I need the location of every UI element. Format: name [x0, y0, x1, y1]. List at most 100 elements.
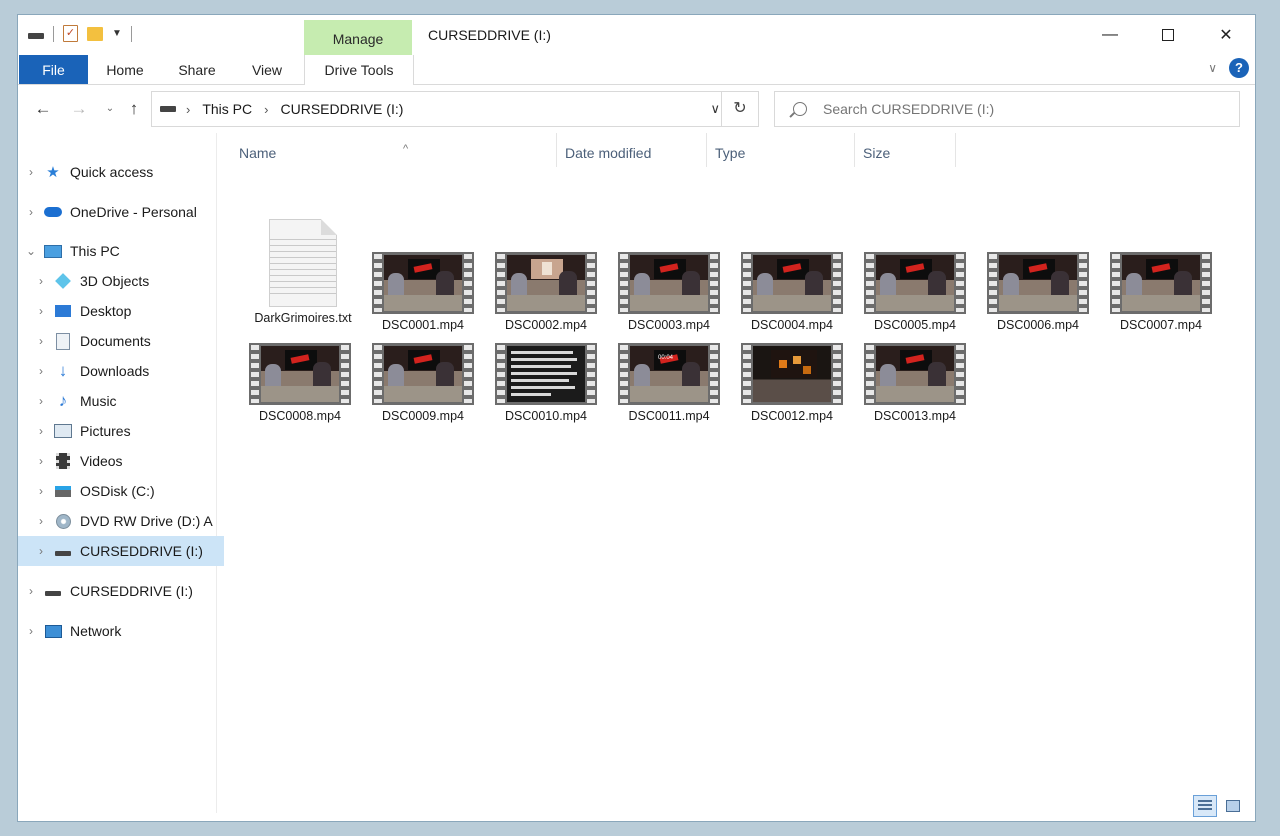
file-tile[interactable]: DSC0002.mp4: [489, 252, 603, 332]
tab-share[interactable]: Share: [172, 55, 222, 84]
breadcrumb-separator-icon[interactable]: ›: [264, 102, 268, 117]
computer-icon: [44, 243, 62, 259]
search-input[interactable]: [821, 100, 1225, 118]
sort-ascending-caret-icon: ^: [403, 143, 409, 155]
sidebar-item-music[interactable]: › ♪ Music: [18, 386, 224, 416]
sidebar-item-curseddrive-selected[interactable]: › CURSEDDRIVE (I:): [18, 536, 224, 566]
video-thumbnail: [741, 343, 843, 405]
forward-arrow-icon[interactable]: →: [68, 96, 90, 122]
back-arrow-icon[interactable]: ←: [32, 96, 54, 122]
expand-chevron-icon[interactable]: ›: [28, 454, 54, 468]
column-header-date-modified[interactable]: Date modified: [556, 133, 706, 167]
up-arrow-icon[interactable]: ↑: [123, 96, 145, 122]
expand-ribbon-chevron-icon[interactable]: ∨: [1208, 61, 1217, 75]
expand-chevron-icon[interactable]: ›: [28, 424, 54, 438]
sidebar-item-network[interactable]: › Network: [18, 616, 214, 646]
video-thumbnail: 00:04: [618, 343, 720, 405]
expand-chevron-icon[interactable]: ›: [28, 334, 54, 348]
sidebar-item-osdisk[interactable]: › OSDisk (C:): [18, 476, 224, 506]
expand-chevron-icon[interactable]: ›: [28, 364, 54, 378]
breadcrumb-separator-icon[interactable]: ›: [186, 102, 190, 117]
breadcrumb-this-pc[interactable]: This PC: [202, 101, 252, 117]
download-arrow-icon: ↓: [58, 361, 68, 380]
video-thumbnail: [741, 252, 843, 314]
refresh-icon[interactable]: ↻: [721, 92, 758, 126]
sidebar-item-label: OSDisk (C:): [80, 483, 155, 499]
film-icon: [54, 453, 72, 469]
file-tile[interactable]: DSC0012.mp4: [735, 343, 849, 423]
expand-chevron-icon[interactable]: ›: [18, 205, 44, 219]
maximize-button[interactable]: [1139, 15, 1197, 55]
sidebar-item-desktop[interactable]: › Desktop: [18, 296, 224, 326]
recent-locations-chevron-icon[interactable]: ⌄: [99, 96, 121, 122]
expand-chevron-icon[interactable]: ›: [28, 394, 54, 408]
sidebar-item-quick-access[interactable]: › ★ Quick access: [18, 157, 214, 187]
file-tile[interactable]: DSC0005.mp4: [858, 252, 972, 332]
file-tile[interactable]: DarkGrimoires.txt: [246, 219, 360, 325]
sidebar-item-3d-objects[interactable]: › 3D Objects: [18, 266, 224, 296]
help-button[interactable]: ?: [1229, 58, 1249, 78]
expand-chevron-icon[interactable]: ›: [18, 624, 44, 638]
minimize-button[interactable]: —: [1081, 15, 1139, 55]
tab-drive-tools[interactable]: Drive Tools: [304, 55, 414, 85]
file-tile[interactable]: 00:04 DSC0011.mp4: [612, 343, 726, 423]
file-name: DSC0003.mp4: [628, 318, 710, 332]
new-folder-icon[interactable]: [87, 26, 103, 41]
expand-chevron-icon[interactable]: ›: [28, 484, 54, 498]
sidebar-item-label: CURSEDDRIVE (I:): [80, 543, 203, 559]
file-tile[interactable]: DSC0006.mp4: [981, 252, 1095, 332]
music-note-icon: ♪: [58, 391, 68, 410]
sidebar-item-dvd-drive[interactable]: › DVD RW Drive (D:) A: [18, 506, 224, 536]
expand-chevron-icon[interactable]: ›: [28, 274, 54, 288]
search-box[interactable]: [774, 91, 1240, 127]
large-icons-view-button[interactable]: [1221, 795, 1245, 817]
file-tile[interactable]: DSC0009.mp4: [366, 343, 480, 423]
address-dropdown-chevron-icon[interactable]: ∨: [710, 92, 720, 126]
breadcrumb-curseddrive[interactable]: CURSEDDRIVE (I:): [280, 101, 403, 117]
collapse-chevron-icon[interactable]: ⌄: [18, 244, 44, 258]
file-tile[interactable]: DSC0013.mp4: [858, 343, 972, 423]
file-name: DSC0011.mp4: [628, 409, 710, 423]
expand-chevron-icon[interactable]: ›: [28, 304, 54, 318]
column-header-label: Name: [239, 145, 277, 161]
properties-icon[interactable]: ✓: [63, 25, 78, 42]
window-controls: — ✕: [1081, 15, 1255, 55]
sidebar-item-pictures[interactable]: › Pictures: [18, 416, 224, 446]
file-tile[interactable]: DSC0001.mp4: [366, 252, 480, 332]
file-tile[interactable]: DSC0004.mp4: [735, 252, 849, 332]
column-header-type[interactable]: Type: [706, 133, 854, 167]
maximize-icon: [1162, 29, 1174, 41]
column-header-name[interactable]: Name ^: [231, 133, 555, 167]
tab-home[interactable]: Home: [100, 55, 150, 84]
file-tile[interactable]: DSC0003.mp4: [612, 252, 726, 332]
expand-chevron-icon[interactable]: ›: [18, 584, 44, 598]
sidebar-item-curseddrive[interactable]: › CURSEDDRIVE (I:): [18, 576, 214, 606]
expand-chevron-icon[interactable]: ›: [28, 514, 54, 528]
file-tile[interactable]: DSC0007.mp4: [1104, 252, 1218, 332]
expand-chevron-icon[interactable]: ›: [28, 544, 54, 558]
video-thumbnail: [1110, 252, 1212, 314]
details-view-button[interactable]: [1193, 795, 1217, 817]
address-bar[interactable]: › This PC › CURSEDDRIVE (I:) ∨ ↻: [151, 91, 759, 127]
video-thumbnail: [372, 252, 474, 314]
sidebar-item-label: Videos: [80, 453, 123, 469]
video-thumbnail: [495, 252, 597, 314]
close-button[interactable]: ✕: [1197, 15, 1255, 55]
file-tile[interactable]: DSC0008.mp4: [243, 343, 357, 423]
column-header-size[interactable]: Size: [854, 133, 955, 167]
file-tile[interactable]: DSC0010.mp4: [489, 343, 603, 423]
sidebar-item-label: Pictures: [80, 423, 131, 439]
tab-view[interactable]: View: [244, 55, 290, 84]
sidebar-item-onedrive[interactable]: › OneDrive - Personal: [18, 197, 214, 227]
sidebar-item-label: Downloads: [80, 363, 150, 379]
sidebar-item-label: DVD RW Drive (D:) A: [80, 513, 213, 529]
sidebar-item-downloads[interactable]: › ↓ Downloads: [18, 356, 224, 386]
sidebar-item-this-pc[interactable]: ⌄ This PC: [18, 236, 214, 266]
sidebar-item-videos[interactable]: › Videos: [18, 446, 224, 476]
star-pin-icon: ★: [46, 164, 60, 181]
customize-toolbar-chevron-icon[interactable]: ▼: [112, 28, 122, 39]
expand-chevron-icon[interactable]: ›: [18, 165, 44, 179]
tab-file[interactable]: File: [19, 55, 88, 84]
sidebar-item-documents[interactable]: › Documents: [18, 326, 224, 356]
manage-contextual-group: Manage: [304, 20, 412, 55]
